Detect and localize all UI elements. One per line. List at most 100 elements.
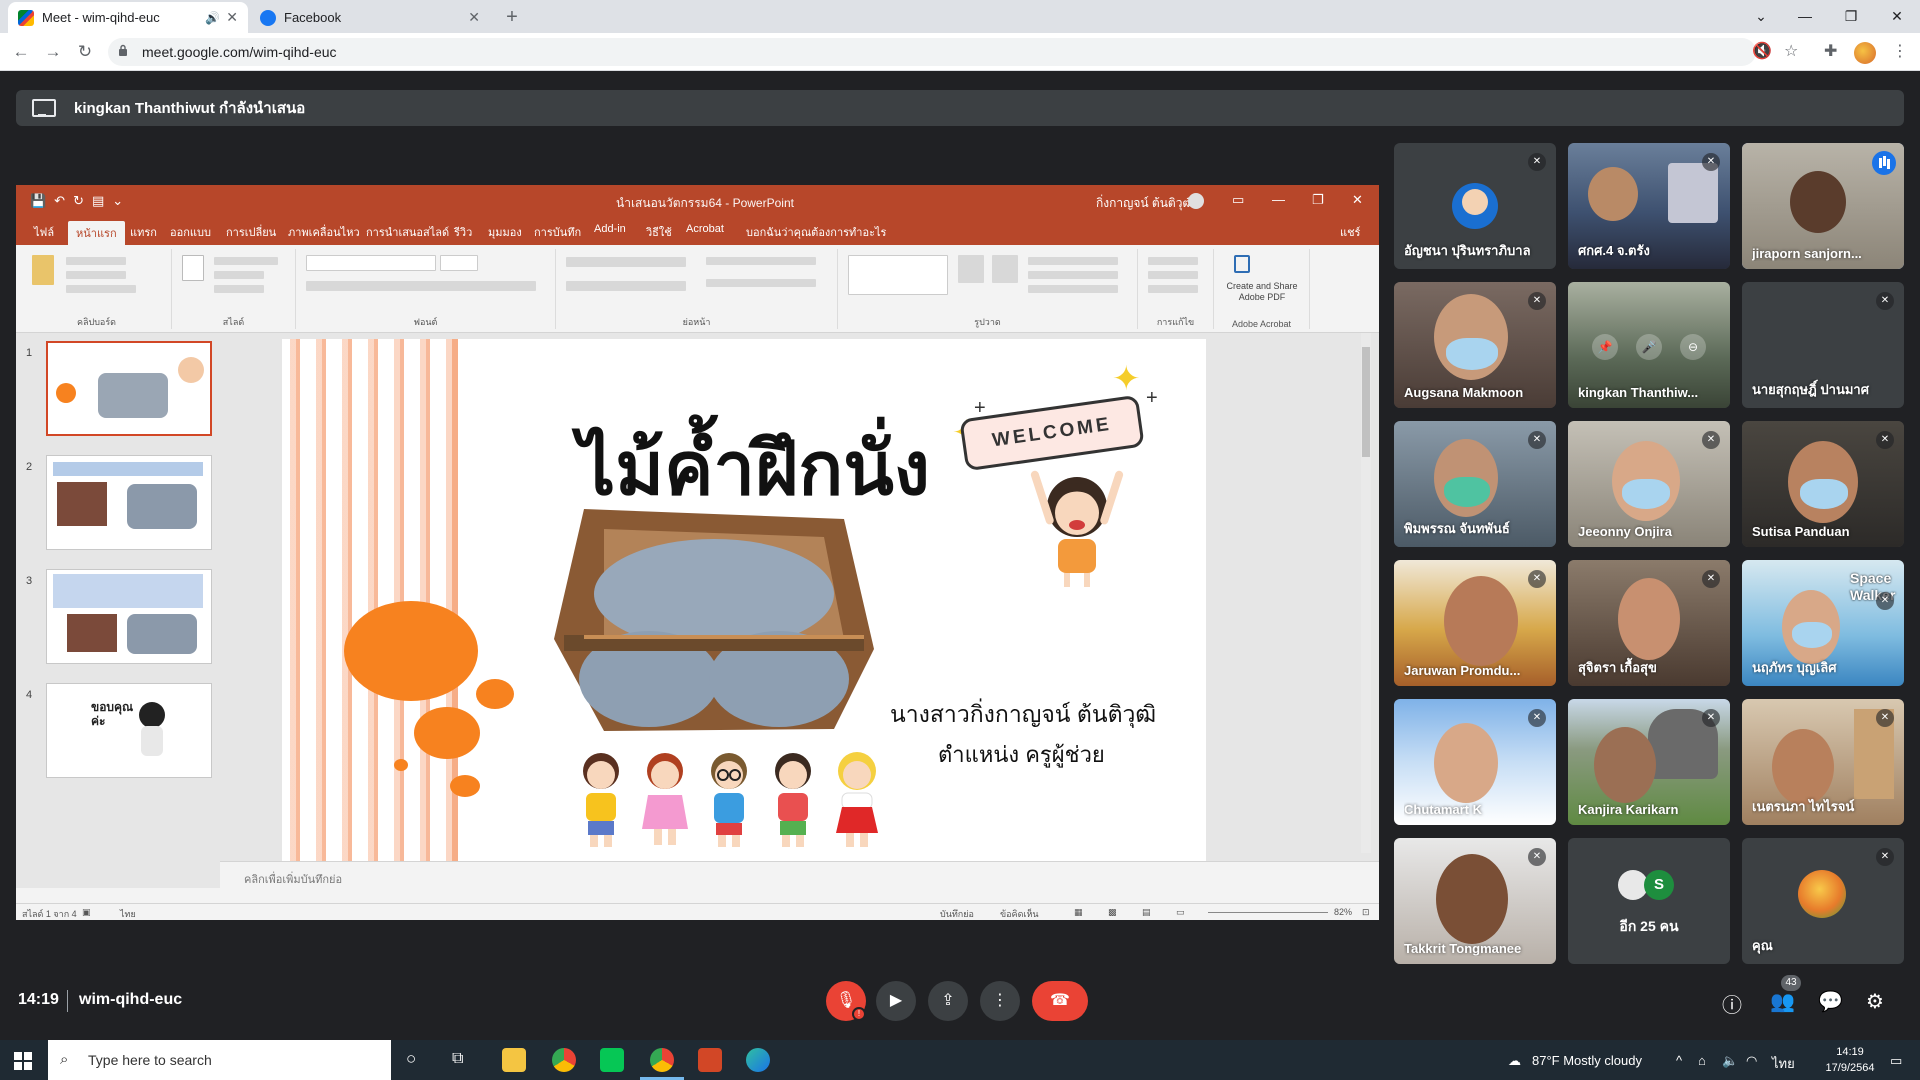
forward-button[interactable]: →: [40, 39, 66, 65]
participant-tile[interactable]: ✕ Kanjira Karikarn: [1568, 699, 1730, 825]
slide-vertical-scrollbar[interactable]: [1361, 333, 1371, 853]
participant-tile[interactable]: ✕ Jaruwan Promdu...: [1394, 560, 1556, 686]
slideshow-view-icon[interactable]: ▭: [1176, 907, 1185, 918]
participant-tile[interactable]: ✕ Jeeonny Onjira: [1568, 421, 1730, 547]
author-position[interactable]: ตำแหน่ง ครูผู้ช่วย: [938, 737, 1105, 772]
slide-thumbnail-1[interactable]: [46, 341, 212, 436]
reading-view-icon[interactable]: ▤: [1142, 907, 1151, 918]
participant-tile[interactable]: ✕ Augsana Makmoon: [1394, 282, 1556, 408]
participant-tile[interactable]: ✕ Chutamart K: [1394, 699, 1556, 825]
taskbar-clock[interactable]: 14:19 17/9/2564: [1820, 1044, 1880, 1076]
ribbon-display-icon[interactable]: ▭: [1232, 192, 1244, 208]
cortana-icon[interactable]: ○: [406, 1049, 416, 1069]
restore-button[interactable]: ❐: [1828, 0, 1874, 33]
leave-call-button[interactable]: ☎: [1032, 981, 1088, 1021]
file-explorer-icon[interactable]: [502, 1048, 526, 1072]
notes-pane[interactable]: คลิกเพื่อเพิ่มบันทึกย่อ: [220, 861, 1379, 889]
shape-fill-button[interactable]: [1028, 257, 1118, 265]
address-bar[interactable]: meet.google.com/wim-qihd-euc: [108, 38, 1756, 66]
participant-tile[interactable]: ✕ อัญชนา ปุรินทราภิบาล: [1394, 143, 1556, 269]
ppt-tab-home[interactable]: หน้าแรก: [68, 221, 125, 245]
tab-facebook[interactable]: Facebook ✕: [250, 2, 490, 33]
font-format-buttons[interactable]: [306, 281, 536, 291]
fit-slide-icon[interactable]: ⊡: [1362, 907, 1370, 918]
task-view-icon[interactable]: ⧉: [452, 1050, 463, 1068]
ppt-tab-animations[interactable]: ภาพเคลื่อนไหว: [288, 223, 360, 241]
chrome-menu-icon[interactable]: ⋮: [1892, 41, 1908, 61]
slide-thumbnail-2[interactable]: [46, 455, 212, 550]
ppt-tell-me[interactable]: บอกฉันว่าคุณต้องการทำอะไร: [746, 223, 886, 241]
create-share-pdf-button[interactable]: Create and Share Adobe PDF: [1220, 281, 1304, 303]
section-button[interactable]: [214, 285, 264, 293]
slide-sorter-icon[interactable]: ▩: [1108, 907, 1117, 918]
select-button[interactable]: [1148, 285, 1198, 293]
zoom-slider[interactable]: [1208, 912, 1328, 913]
ppt-tab-transitions[interactable]: การเปลี่ยน: [226, 223, 276, 241]
lock-icon[interactable]: [118, 44, 128, 56]
zoom-level-text[interactable]: 82%: [1334, 907, 1352, 917]
mute-participant-icon[interactable]: 🎤: [1636, 334, 1662, 360]
chrome-icon[interactable]: [552, 1048, 576, 1072]
bookmark-star-icon[interactable]: ☆: [1784, 41, 1798, 61]
meeting-code[interactable]: wim-qihd-euc: [79, 991, 182, 1009]
accessibility-icon[interactable]: ▣: [82, 907, 91, 918]
speaker-icon[interactable]: 🔊: [205, 11, 220, 25]
profile-avatar[interactable]: [1854, 42, 1876, 64]
close-tab-icon[interactable]: ✕: [226, 9, 238, 26]
author-name[interactable]: นางสาวกิ่งกาญจน์ ต้นติวุฒิ: [890, 697, 1156, 733]
participant-tile[interactable]: ✕ Takkrit Tongmanee: [1394, 838, 1556, 964]
font-name-combobox[interactable]: [306, 255, 436, 271]
ppt-restore-button[interactable]: ❐: [1312, 192, 1324, 208]
chat-icon[interactable]: 💬: [1818, 989, 1843, 1014]
arrange-button[interactable]: [958, 255, 984, 283]
normal-view-icon[interactable]: ▦: [1074, 907, 1083, 918]
tray-overflow-icon[interactable]: ^: [1676, 1053, 1682, 1068]
back-button[interactable]: ←: [8, 39, 34, 65]
ppt-tab-insert[interactable]: แทรก: [130, 223, 157, 241]
participant-tile[interactable]: ✕ ศกศ.4 จ.ตรัง: [1568, 143, 1730, 269]
font-size-combobox[interactable]: [440, 255, 478, 271]
close-tab-icon[interactable]: ✕: [468, 9, 480, 26]
ppt-minimize-button[interactable]: —: [1272, 192, 1285, 207]
weather-text[interactable]: 87°F Mostly cloudy: [1532, 1053, 1642, 1068]
ppt-tab-slideshow[interactable]: การนำเสนอสไลด์: [366, 223, 449, 241]
people-icon[interactable]: 👥: [1770, 989, 1795, 1014]
slide-thumbnail-3[interactable]: [46, 569, 212, 664]
participant-tile[interactable]: ✕ นายสุกฤษฎิ์ ปานมาศ: [1742, 282, 1904, 408]
layout-button[interactable]: [214, 257, 278, 265]
mic-toggle-button[interactable]: 🎙 !: [826, 981, 866, 1021]
ppt-tab-addin[interactable]: Add-in: [594, 223, 626, 235]
comments-toggle-button[interactable]: ข้อคิดเห็น: [1000, 907, 1039, 920]
quick-access-toolbar[interactable]: 💾↶↻▤⌄: [30, 193, 131, 209]
ppt-user-avatar[interactable]: [1188, 193, 1204, 209]
weather-icon[interactable]: ☁: [1508, 1053, 1521, 1069]
text-direction-button[interactable]: [706, 257, 816, 265]
ppt-tab-view[interactable]: มุมมอง: [488, 223, 522, 241]
language-text[interactable]: ไทย: [120, 907, 136, 920]
alignment-buttons[interactable]: [566, 281, 686, 291]
minimize-button[interactable]: —: [1782, 0, 1828, 33]
quick-styles-button[interactable]: [992, 255, 1018, 283]
ppt-tab-file[interactable]: ไฟล์: [34, 223, 54, 241]
more-options-button[interactable]: ⋮: [980, 981, 1020, 1021]
presented-powerpoint-window[interactable]: 💾↶↻▤⌄ นำเสนอนวัตกรรม64 - PowerPoint กิ่ง…: [16, 185, 1379, 920]
participant-tile[interactable]: ✕ Sutisa Panduan: [1742, 421, 1904, 547]
wifi-icon[interactable]: ◠: [1746, 1053, 1757, 1069]
slide-1[interactable]: ไม้ค้ำฝึกนั่ง ✦ ✦ + + WELCOME: [282, 339, 1206, 861]
participant-tile[interactable]: ✕ พิมพรรณ จันทพันธ์: [1394, 421, 1556, 547]
extensions-icon[interactable]: ✚: [1824, 41, 1837, 61]
more-participants-tile[interactable]: S อีก 25 คน: [1568, 838, 1730, 964]
remove-participant-icon[interactable]: ⊖: [1680, 334, 1706, 360]
meeting-details-icon[interactable]: ⓘ: [1722, 989, 1742, 1018]
windows-start-icon[interactable]: [14, 1052, 32, 1070]
line-app-icon[interactable]: [600, 1048, 624, 1072]
shape-outline-button[interactable]: [1028, 271, 1118, 279]
present-now-button[interactable]: ⇪: [928, 981, 968, 1021]
new-tab-button[interactable]: +: [498, 4, 526, 30]
powerpoint-icon[interactable]: [698, 1048, 722, 1072]
notes-toggle-button[interactable]: บันทึกย่อ: [940, 907, 974, 920]
input-language[interactable]: ไทย: [1772, 1053, 1795, 1074]
participant-tile[interactable]: ✕ สุจิตรา เกื้อสุข: [1568, 560, 1730, 686]
ppt-tab-design[interactable]: ออกแบบ: [170, 223, 211, 241]
cut-button[interactable]: [66, 257, 126, 265]
